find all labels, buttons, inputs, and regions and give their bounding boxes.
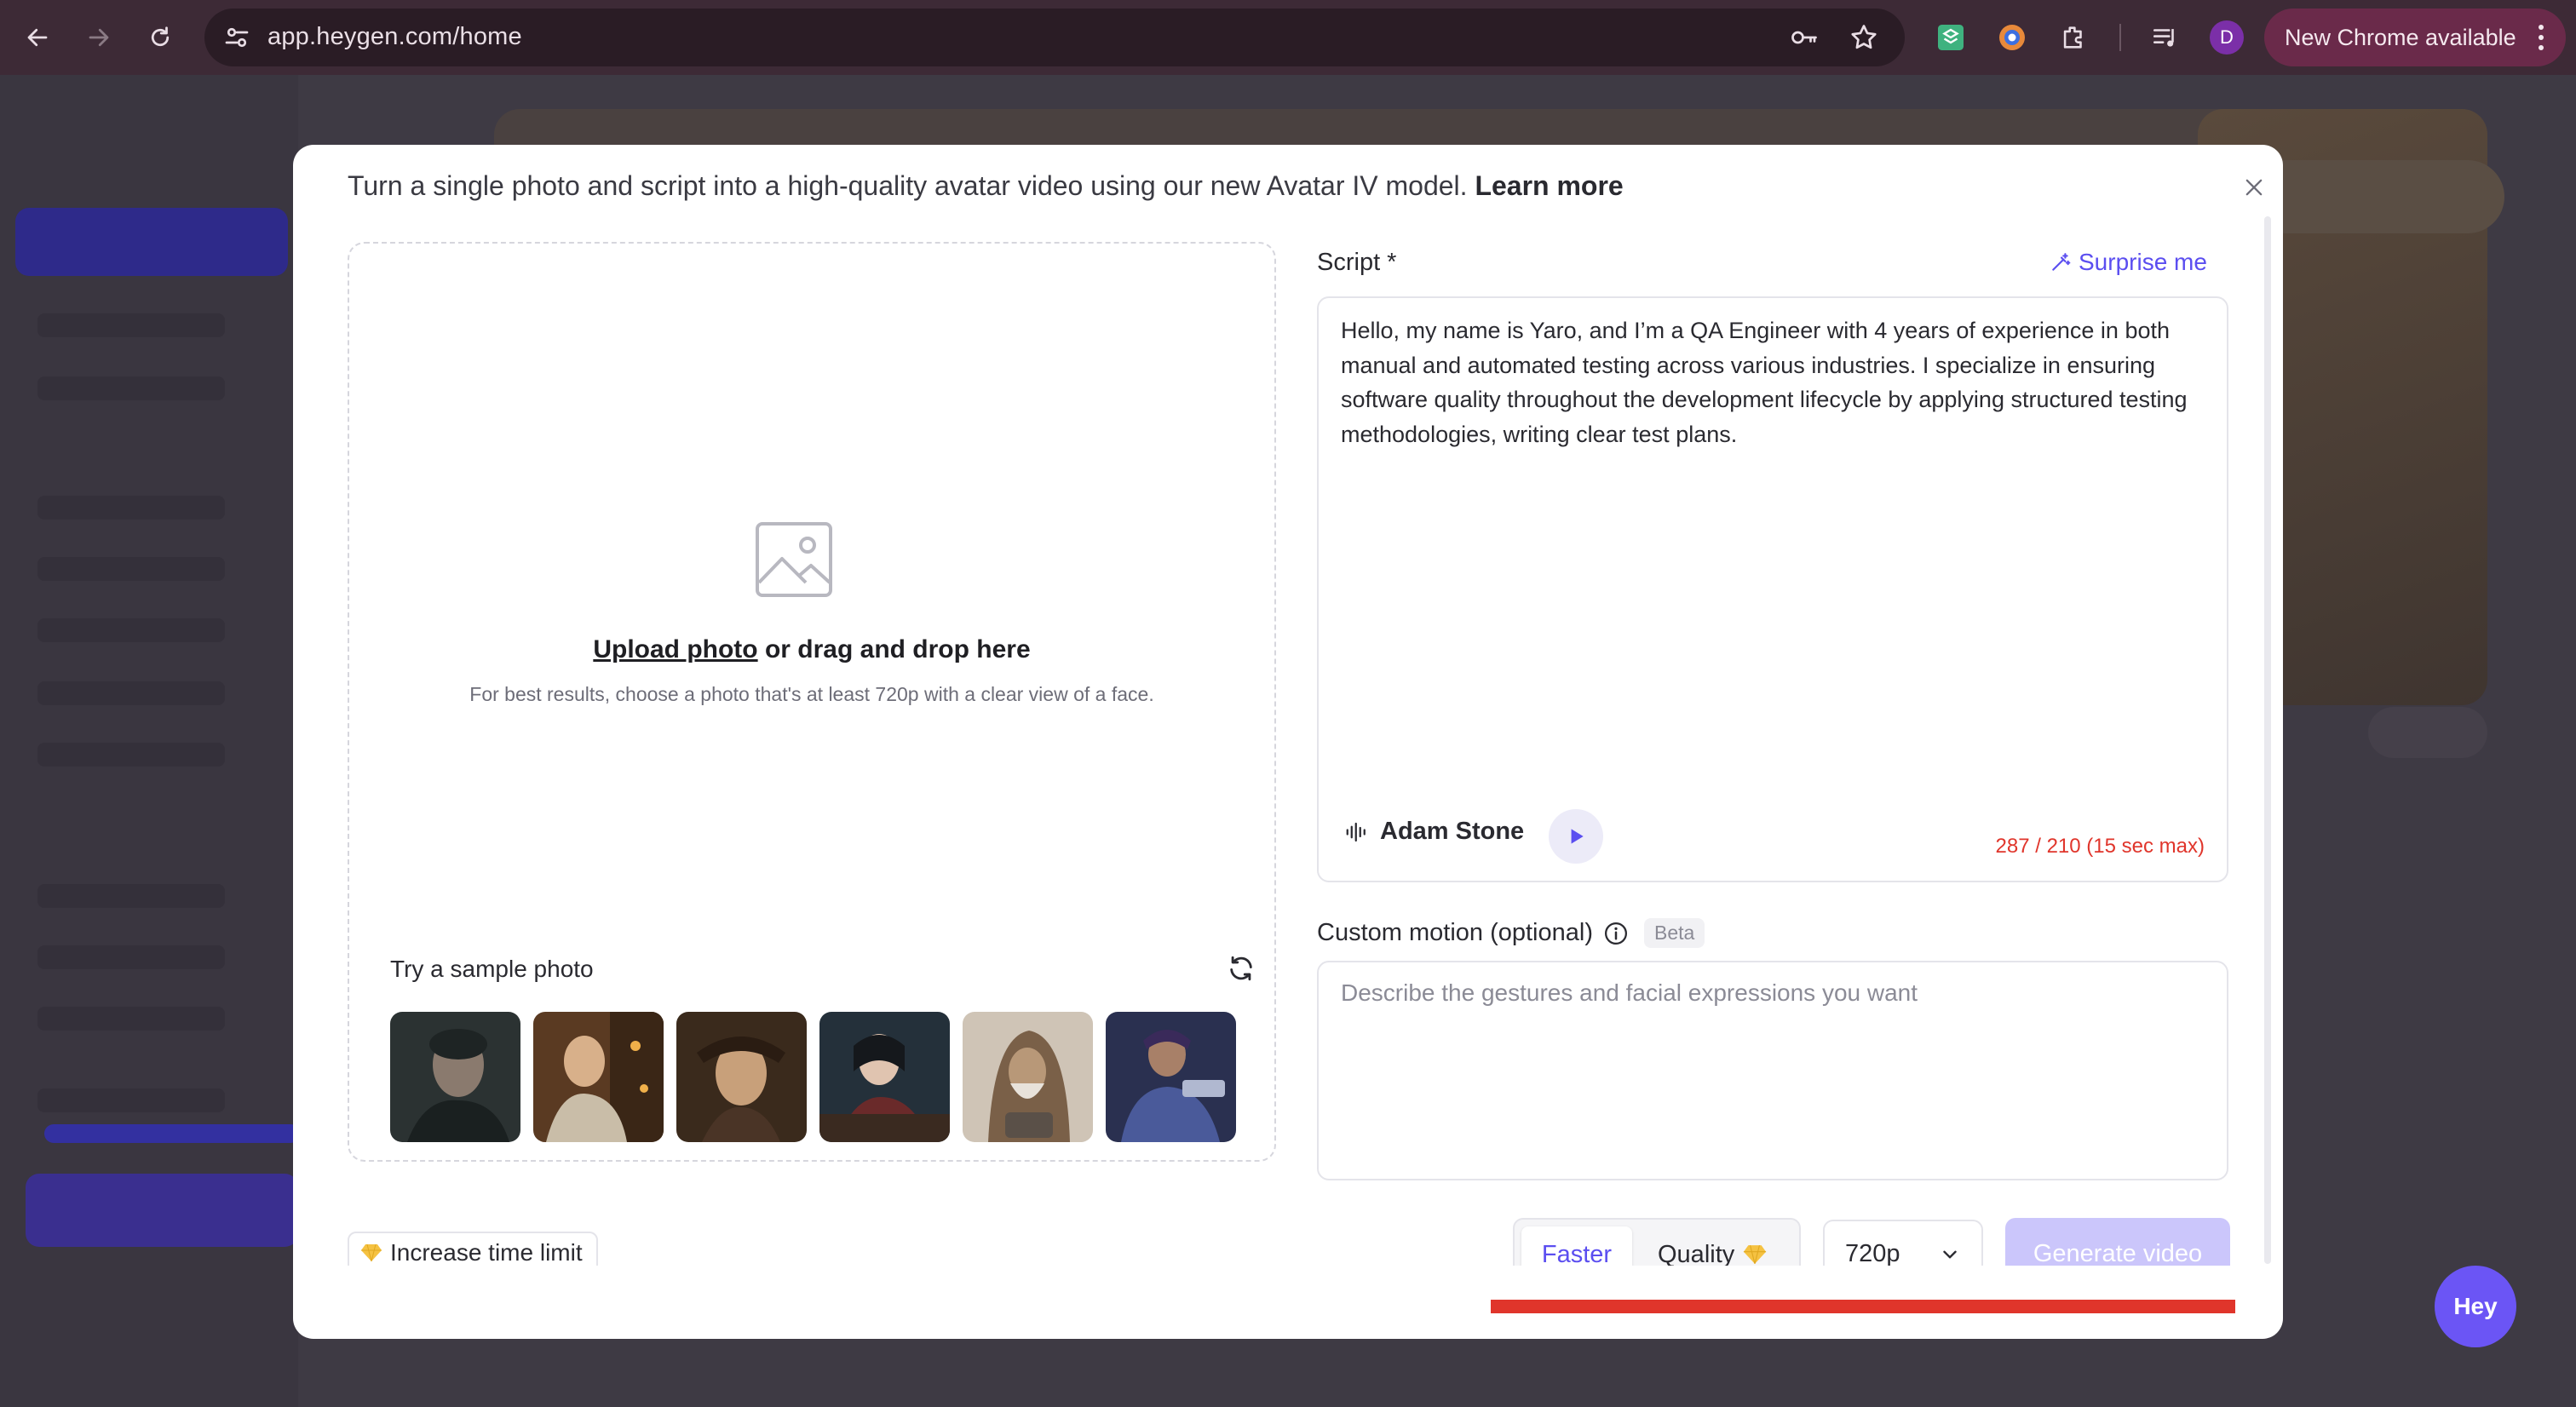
- diamond-icon: [1744, 1244, 1767, 1265]
- quality-option[interactable]: Quality: [1658, 1226, 1767, 1266]
- extensions-puzzle-icon[interactable]: [2055, 19, 2092, 56]
- sample-photo-label: Try a sample photo: [390, 956, 594, 982]
- refresh-samples-icon[interactable]: [1227, 954, 1256, 983]
- custom-motion-label-row: Custom motion (optional) Beta: [1317, 918, 1705, 948]
- chevron-down-icon: [1943, 1250, 1957, 1259]
- background-nav-item: [37, 681, 225, 705]
- background-upgrade-button: [26, 1174, 298, 1247]
- learn-more-link[interactable]: Learn more: [1475, 170, 1623, 201]
- extension-color-icon[interactable]: [1993, 19, 2031, 56]
- sample-photo-thumbnail[interactable]: [533, 1012, 664, 1142]
- help-chat-button[interactable]: Hey: [2435, 1266, 2516, 1347]
- close-icon[interactable]: [2237, 170, 2271, 204]
- sample-photo-thumbnail[interactable]: [676, 1012, 807, 1142]
- sample-photo-thumbnail[interactable]: [963, 1012, 1093, 1142]
- speed-quality-toggle: Faster Quality: [1513, 1218, 1801, 1266]
- surprise-me-label: Surprise me: [2079, 249, 2207, 275]
- address-bar[interactable]: app.heygen.com/home: [204, 9, 1905, 66]
- background-usage-bar: [44, 1124, 300, 1143]
- resolution-value: 720p: [1845, 1239, 1900, 1266]
- password-key-icon[interactable]: [1789, 22, 1820, 53]
- voice-waveform-icon: [1346, 822, 1366, 841]
- custom-motion-label: Custom motion (optional): [1317, 919, 1593, 946]
- sample-photo-list: [390, 1012, 1236, 1142]
- background-get-started-button: [2249, 160, 2504, 233]
- upload-hint: For best results, choose a photo that's …: [469, 683, 1154, 705]
- extension-green-icon[interactable]: [1932, 19, 1969, 56]
- site-settings-icon[interactable]: [221, 22, 252, 53]
- annotation-underline: [1491, 1300, 2235, 1313]
- modal-subtitle-text: Turn a single photo and script into a hi…: [348, 170, 1468, 201]
- modal-body: Turn a single photo and script into a hi…: [293, 145, 2283, 1266]
- background-nav-item: [37, 376, 225, 400]
- increase-time-limit-button[interactable]: Increase time limit: [348, 1232, 598, 1266]
- more-menu-icon: [2539, 25, 2544, 50]
- custom-motion-placeholder: Describe the gestures and facial express…: [1341, 979, 1918, 1006]
- background-nav-item: [37, 945, 225, 969]
- upload-photo-link[interactable]: Upload photo: [593, 635, 757, 663]
- script-label: Script *: [1317, 249, 1397, 276]
- drag-drop-text: or drag and drop here: [757, 635, 1031, 663]
- generate-video-button[interactable]: Generate video: [2005, 1218, 2230, 1266]
- increase-time-limit-label: Increase time limit: [390, 1239, 583, 1266]
- script-textarea[interactable]: Hello, my name is Yaro, and I’m a QA Eng…: [1317, 296, 2228, 882]
- chrome-update-label: New Chrome available: [2285, 24, 2516, 50]
- background-nav-item: [37, 496, 225, 520]
- photo-upload-dropzone[interactable]: Upload photo or drag and drop here For b…: [348, 242, 1276, 1162]
- background-nav-item: [37, 618, 225, 642]
- modal-subtitle: Turn a single photo and script into a hi…: [348, 170, 1624, 202]
- upload-instruction: Upload photo or drag and drop here: [349, 635, 1274, 664]
- profile-avatar[interactable]: D: [2210, 20, 2244, 55]
- background-see-all-button: [2368, 707, 2487, 758]
- magic-wand-icon: [2052, 253, 2071, 271]
- background-nav-item: [37, 884, 225, 908]
- script-text[interactable]: Hello, my name is Yaro, and I’m a QA Eng…: [1341, 313, 2201, 451]
- sample-photo-thumbnail[interactable]: [819, 1012, 950, 1142]
- background-nav-item: [37, 313, 225, 337]
- play-icon: [1571, 829, 1584, 844]
- background-nav-item: [37, 743, 225, 767]
- faster-label: Faster: [1541, 1240, 1613, 1266]
- browser-toolbar: app.heygen.com/home D New Chrome availab…: [0, 0, 2576, 75]
- sample-photo-thumbnail[interactable]: [1106, 1012, 1236, 1142]
- resolution-select[interactable]: 720p: [1823, 1220, 1983, 1266]
- chrome-update-button[interactable]: New Chrome available: [2264, 9, 2566, 66]
- background-nav-item: [37, 1007, 225, 1031]
- generate-video-label: Generate video: [2033, 1239, 2203, 1266]
- forward-icon[interactable]: [80, 19, 118, 56]
- background-create-button: [15, 208, 288, 276]
- info-icon[interactable]: [1603, 921, 1629, 946]
- image-placeholder-icon: [755, 521, 833, 598]
- bookmark-star-icon[interactable]: [1849, 22, 1879, 53]
- background-nav-item: [37, 1088, 225, 1112]
- back-icon[interactable]: [19, 19, 56, 56]
- modal-scrollbar[interactable]: [2264, 216, 2271, 1264]
- diamond-icon: [361, 1243, 382, 1262]
- beta-badge: Beta: [1643, 918, 1705, 948]
- character-count: 287 / 210 (15 sec max): [1995, 835, 2205, 858]
- sample-photo-thumbnail[interactable]: [390, 1012, 520, 1142]
- avatar-iv-modal: Turn a single photo and script into a hi…: [293, 145, 2283, 1339]
- help-chat-label: Hey: [2453, 1293, 2498, 1319]
- background-nav-item: [37, 557, 225, 581]
- url-text: app.heygen.com/home: [267, 23, 522, 50]
- toolbar-divider: [2119, 24, 2121, 51]
- background-sidebar: [0, 75, 300, 1407]
- voice-selector[interactable]: Adam Stone: [1344, 818, 1524, 846]
- voice-name: Adam Stone: [1380, 818, 1525, 845]
- quality-label: Quality: [1658, 1240, 1735, 1266]
- reload-icon[interactable]: [141, 19, 179, 56]
- custom-motion-input[interactable]: Describe the gestures and facial express…: [1317, 961, 2228, 1180]
- media-queue-icon[interactable]: [2147, 19, 2184, 56]
- faster-option[interactable]: Faster: [1521, 1226, 1632, 1266]
- play-voice-button[interactable]: [1549, 809, 1603, 864]
- surprise-me-button[interactable]: Surprise me: [2050, 247, 2207, 278]
